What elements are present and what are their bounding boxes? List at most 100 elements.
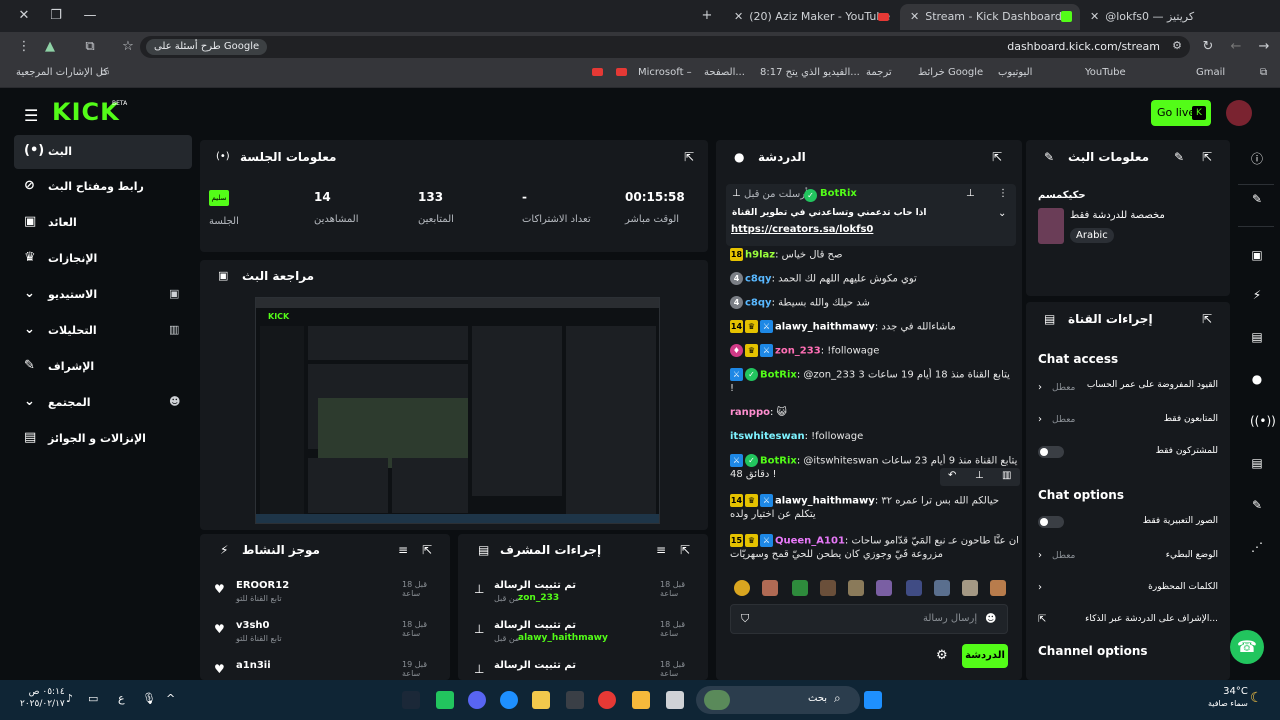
restore-window-icon[interactable]: ❐	[46, 6, 66, 26]
setting-row-slow-mode[interactable]: › معطل الوضع البطيء	[1026, 546, 1230, 568]
volume-icon[interactable]: ♪	[66, 692, 73, 705]
document-icon[interactable]: ▤	[1250, 330, 1264, 344]
clock[interactable]: ٠٥:١٤ ص ٢٠٢٥/٠٢/١٧	[20, 686, 65, 710]
forward-icon[interactable]: ←	[1226, 37, 1246, 57]
emote-icon[interactable]	[848, 580, 864, 596]
emote-icon[interactable]	[734, 580, 750, 596]
microphone-icon[interactable]: 🎙	[142, 692, 156, 705]
back-icon[interactable]: →	[1254, 37, 1274, 57]
lightning-icon[interactable]: ⚡	[1250, 288, 1264, 302]
bookmark-youtube-ar[interactable]: اليوتيوب	[998, 67, 1032, 78]
pinned-link[interactable]: https://creators.sa/lokfs0	[731, 224, 873, 235]
emoji-icon[interactable]: ☻	[985, 612, 996, 625]
sliders-icon[interactable]: ▤	[1250, 456, 1264, 470]
google-chip[interactable]: طرح أسئلة على Google	[146, 39, 268, 55]
chat-input[interactable]: ⛉ إرسال رسالة ☻	[730, 604, 1008, 634]
url-text[interactable]: dashboard.kick.com/stream	[1007, 40, 1160, 53]
settings-gear-icon[interactable]: ⚙	[936, 648, 948, 663]
tab-close-icon[interactable]: ✕	[734, 10, 743, 23]
sidebar-item-stream[interactable]: (•) البث	[14, 135, 192, 169]
tray-chevron-icon[interactable]: ^	[166, 692, 175, 705]
extension-icon[interactable]: ▲	[40, 37, 60, 57]
app-icon[interactable]	[532, 691, 550, 709]
emotes-only-toggle[interactable]	[1038, 516, 1064, 528]
weather-widget[interactable]: 34°C سماء صافية	[1208, 686, 1248, 710]
emote-icon[interactable]	[792, 580, 808, 596]
scan-icon[interactable]: ▣	[1250, 248, 1264, 262]
broadcast-icon[interactable]: ((•))	[1250, 414, 1276, 428]
sidebar-item-community[interactable]: ⌄ المجتمع ☻	[14, 386, 192, 420]
kick-logo[interactable]: KICK	[52, 98, 120, 126]
close-window-icon[interactable]: ✕	[14, 6, 34, 26]
extensions-puzzle-icon[interactable]: ⧉	[80, 37, 100, 57]
emote-icon[interactable]	[990, 580, 1006, 596]
avatar[interactable]	[1226, 100, 1252, 126]
omnibox[interactable]: طرح أسئلة على Google dashboard.kick.com/…	[140, 36, 1190, 58]
chat-bubble-icon[interactable]: ●	[1250, 372, 1264, 386]
popout-icon[interactable]: ⇱	[680, 543, 690, 557]
bookmark-microsoft[interactable]: Microsoft –	[638, 67, 692, 78]
bookmark-maps[interactable]: خرائط Google	[918, 67, 983, 78]
sidebar-item-studio[interactable]: ⌄ الاستيديو ▣	[14, 278, 192, 312]
emote-icon[interactable]	[906, 580, 922, 596]
popout-icon[interactable]: ⇱	[684, 150, 694, 164]
edge-icon[interactable]	[500, 691, 518, 709]
emote-icon[interactable]	[820, 580, 836, 596]
site-settings-icon[interactable]: ⚙	[1172, 39, 1182, 52]
popout-icon[interactable]: ⇱	[1202, 150, 1212, 164]
file-explorer-icon[interactable]	[632, 691, 650, 709]
tab-close-icon[interactable]: ✕	[1090, 10, 1099, 23]
chat-send-button[interactable]: الدردشة	[962, 644, 1008, 668]
sidebar-item-achievements[interactable]: ♛ الإنجازات	[14, 242, 192, 276]
bookmark-gmail[interactable]: Gmail	[1196, 67, 1225, 78]
more-options-icon[interactable]: ⋮	[998, 188, 1008, 199]
reload-icon[interactable]: ↻	[1198, 37, 1218, 57]
bookmarks-overflow-icon[interactable]: ⧉	[1260, 67, 1267, 78]
discord-icon[interactable]	[468, 691, 486, 709]
language-indicator[interactable]: ع	[118, 692, 125, 705]
support-chat-button[interactable]: ☎	[1230, 630, 1264, 664]
bookmark-translate[interactable]: ترجمة	[866, 67, 892, 78]
filter-icon[interactable]: ≡	[398, 543, 408, 557]
app-icon[interactable]	[666, 691, 684, 709]
stream-preview-video[interactable]: KICK	[255, 297, 660, 524]
pin-icon[interactable]: ⊥	[966, 188, 975, 199]
tab-youtube[interactable]: ✕ (20) Aziz Maker - YouTube	[728, 4, 898, 30]
emote-icon[interactable]	[962, 580, 978, 596]
setting-row-account-age[interactable]: › معطل القيود المفروضة على عمر الحساب	[1026, 378, 1230, 400]
delete-icon[interactable]: ▥	[1002, 470, 1011, 481]
pencil-icon[interactable]: ✎	[1250, 192, 1264, 206]
reply-icon[interactable]: ↶	[948, 470, 956, 481]
popout-icon[interactable]: ⇱	[1202, 312, 1212, 326]
popout-icon[interactable]: ⇱	[422, 543, 432, 557]
taskbar-search[interactable]: بحث ⌕	[696, 686, 860, 714]
hamburger-menu-icon[interactable]: ☰	[24, 106, 38, 125]
emote-icon[interactable]	[934, 580, 950, 596]
go-live-button[interactable]: Go live K	[1151, 100, 1211, 126]
setting-row-ai-moderation[interactable]: ⇱ الإشراف على الدردشة عبر الذكاء...	[1026, 610, 1230, 632]
setting-row-banned-words[interactable]: › الكلمات المحظورة	[1026, 578, 1230, 600]
sidebar-item-revenue[interactable]: ▣ العائد	[14, 206, 192, 240]
start-icon[interactable]	[864, 691, 882, 709]
battery-icon[interactable]: ▭	[88, 692, 98, 705]
sidebar-item-stream-key[interactable]: ⊘ رابط ومفتاح البث	[14, 170, 192, 204]
subscribers-only-toggle[interactable]	[1038, 446, 1064, 458]
info-icon[interactable]: ⓘ	[1250, 150, 1264, 167]
bookmark-page[interactable]: الصفحة...	[704, 67, 745, 78]
filter-icon[interactable]: ≡	[656, 543, 666, 557]
edit-icon[interactable]: ✎	[1174, 150, 1184, 164]
app-icon[interactable]	[566, 691, 584, 709]
setting-row-followers-only[interactable]: › معطل المتابعون فقط	[1026, 410, 1230, 432]
emote-icon[interactable]	[876, 580, 892, 596]
bookmark-star-icon[interactable]: ☆	[118, 37, 138, 57]
popout-icon[interactable]: ⇱	[992, 150, 1002, 164]
sidebar-item-moderation[interactable]: ✎ الإشراف	[14, 350, 192, 384]
minimize-window-icon[interactable]: —	[80, 6, 100, 26]
chrome-icon[interactable]	[598, 691, 616, 709]
menu-dots-icon[interactable]: ⋮	[14, 37, 34, 57]
bookmark-youtube[interactable]: YouTube	[1085, 67, 1126, 78]
pin-icon[interactable]: ⊥	[975, 470, 984, 481]
app-icon[interactable]	[436, 691, 454, 709]
wrench-icon[interactable]: ✎	[1250, 498, 1264, 512]
tab-kritiz[interactable]: ✕ @lokfs0 — كريتيز	[1084, 4, 1244, 30]
